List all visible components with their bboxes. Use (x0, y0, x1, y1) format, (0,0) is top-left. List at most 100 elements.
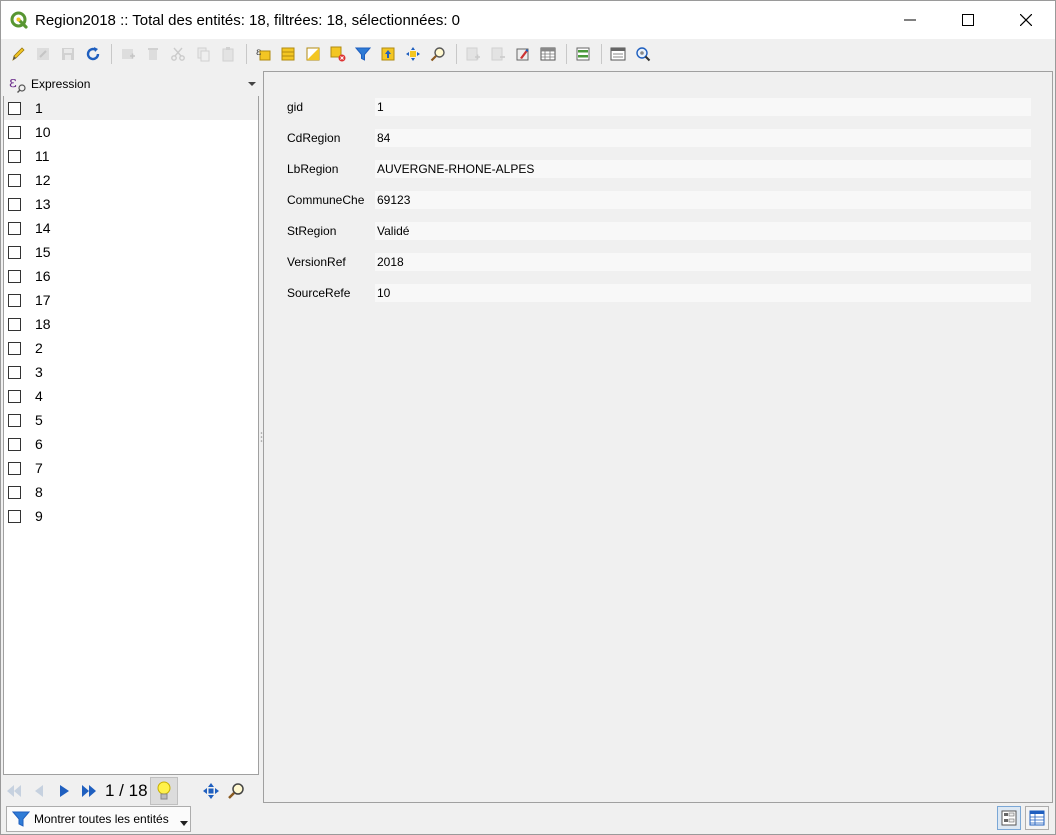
paste-button[interactable] (217, 43, 239, 65)
actions-button[interactable] (632, 43, 654, 65)
zoom-to-selection-button[interactable] (427, 43, 449, 65)
feature-checkbox[interactable] (8, 341, 21, 355)
feature-checkbox[interactable] (8, 413, 21, 427)
field-value-input[interactable]: 10 (375, 284, 1031, 302)
feature-checkbox[interactable] (8, 461, 21, 475)
select-all-button[interactable] (277, 43, 299, 65)
field-label: CdRegion (287, 131, 341, 145)
svg-text:ε: ε (256, 47, 261, 58)
list-item[interactable]: 13 (4, 192, 258, 216)
select-by-expression-button[interactable]: ε (252, 43, 274, 65)
cut-button[interactable] (167, 43, 189, 65)
list-item[interactable]: 4 (4, 384, 258, 408)
feature-checkbox[interactable] (8, 173, 21, 187)
previous-feature-button[interactable] (28, 780, 50, 802)
chevron-down-icon[interactable] (247, 80, 257, 88)
maximize-button[interactable] (939, 1, 997, 39)
list-item[interactable]: 6 (4, 432, 258, 456)
feature-checkbox[interactable] (8, 365, 21, 379)
new-field-button[interactable] (462, 43, 484, 65)
conditional-formatting-button[interactable] (572, 43, 594, 65)
close-button[interactable] (997, 1, 1055, 39)
feature-checkbox[interactable] (8, 485, 21, 499)
multi-edit-button[interactable] (32, 43, 54, 65)
feature-id-label: 4 (35, 388, 43, 404)
deselect-all-button[interactable] (327, 43, 349, 65)
expression-label: Expression (31, 76, 91, 91)
expression-header[interactable]: ε Expression (3, 71, 259, 96)
feature-checkbox[interactable] (8, 125, 21, 139)
field-label: SourceRefe (287, 286, 351, 300)
field-calculator-icon (540, 47, 556, 61)
next-feature-button[interactable] (53, 780, 75, 802)
list-item[interactable]: 8 (4, 480, 258, 504)
organize-columns-button[interactable] (512, 43, 534, 65)
field-value-input[interactable]: 84 (375, 129, 1031, 147)
feature-checkbox[interactable] (8, 437, 21, 451)
feature-id-label: 7 (35, 460, 43, 476)
pan-to-feature-button[interactable] (200, 780, 222, 802)
feature-checkbox[interactable] (8, 245, 21, 259)
list-item[interactable]: 11 (4, 144, 258, 168)
feature-checkbox[interactable] (8, 101, 21, 115)
invert-selection-button[interactable] (302, 43, 324, 65)
field-calculator-button[interactable] (537, 43, 559, 65)
list-item[interactable]: 3 (4, 360, 258, 384)
last-feature-button[interactable] (78, 780, 100, 802)
pencil-icon (12, 47, 25, 61)
pan-to-selection-button[interactable] (402, 43, 424, 65)
show-features-filter-button[interactable]: Montrer toutes les entités (6, 806, 191, 832)
minimize-button[interactable] (881, 1, 939, 39)
filter-selected-button[interactable] (352, 43, 374, 65)
attribute-table-toolbar: ε (1, 39, 1055, 69)
field-value-input[interactable]: 2018 (375, 253, 1031, 271)
copy-button[interactable] (192, 43, 214, 65)
field-value-input[interactable]: AUVERGNE-RHONE-ALPES (375, 160, 1031, 178)
dock-button[interactable] (607, 43, 629, 65)
list-item[interactable]: 15 (4, 240, 258, 264)
feature-checkbox[interactable] (8, 389, 21, 403)
feature-id-label: 12 (35, 172, 51, 188)
feature-checkbox[interactable] (8, 509, 21, 523)
cut-icon (171, 47, 185, 61)
list-item[interactable]: 2 (4, 336, 258, 360)
first-feature-button[interactable] (3, 780, 25, 802)
save-edits-button[interactable] (57, 43, 79, 65)
list-item[interactable]: 7 (4, 456, 258, 480)
feature-list-panel: ε Expression 1 10 11 12 13 14 15 16 17 18 2 3 4 5 6 7 8 9 (3, 71, 259, 775)
highlight-feature-button[interactable] (149, 777, 178, 805)
toggle-editing-button[interactable] (7, 43, 29, 65)
table-view-button[interactable] (1025, 806, 1049, 830)
list-item[interactable]: 5 (4, 408, 258, 432)
move-selection-top-button[interactable] (377, 43, 399, 65)
list-item[interactable]: 1 (4, 96, 258, 120)
field-value-input[interactable]: 1 (375, 98, 1031, 116)
toolbar-separator (566, 44, 567, 64)
field-value-input[interactable]: 69123 (375, 191, 1031, 209)
list-item[interactable]: 12 (4, 168, 258, 192)
list-item[interactable]: 18 (4, 312, 258, 336)
feature-id-label: 15 (35, 244, 51, 260)
feature-counter: 1 / 18 (105, 781, 148, 800)
form-view-button[interactable] (997, 806, 1021, 830)
feature-checkbox[interactable] (8, 317, 21, 331)
copy-icon (197, 47, 210, 62)
zoom-to-feature-button[interactable] (225, 780, 247, 802)
list-item[interactable]: 14 (4, 216, 258, 240)
list-item[interactable]: 17 (4, 288, 258, 312)
list-item[interactable]: 10 (4, 120, 258, 144)
feature-checkbox[interactable] (8, 269, 21, 283)
reload-button[interactable] (82, 43, 104, 65)
add-feature-button[interactable] (117, 43, 139, 65)
filter-label: Montrer toutes les entités (34, 812, 169, 826)
delete-feature-button[interactable] (142, 43, 164, 65)
list-item[interactable]: 9 (4, 504, 258, 528)
list-item[interactable]: 16 (4, 264, 258, 288)
feature-checkbox[interactable] (8, 293, 21, 307)
feature-checkbox[interactable] (8, 221, 21, 235)
field-value-input[interactable]: Validé (375, 222, 1031, 240)
delete-field-button[interactable] (487, 43, 509, 65)
feature-checkbox[interactable] (8, 149, 21, 163)
pan-arrows-icon (202, 783, 219, 799)
feature-checkbox[interactable] (8, 197, 21, 211)
